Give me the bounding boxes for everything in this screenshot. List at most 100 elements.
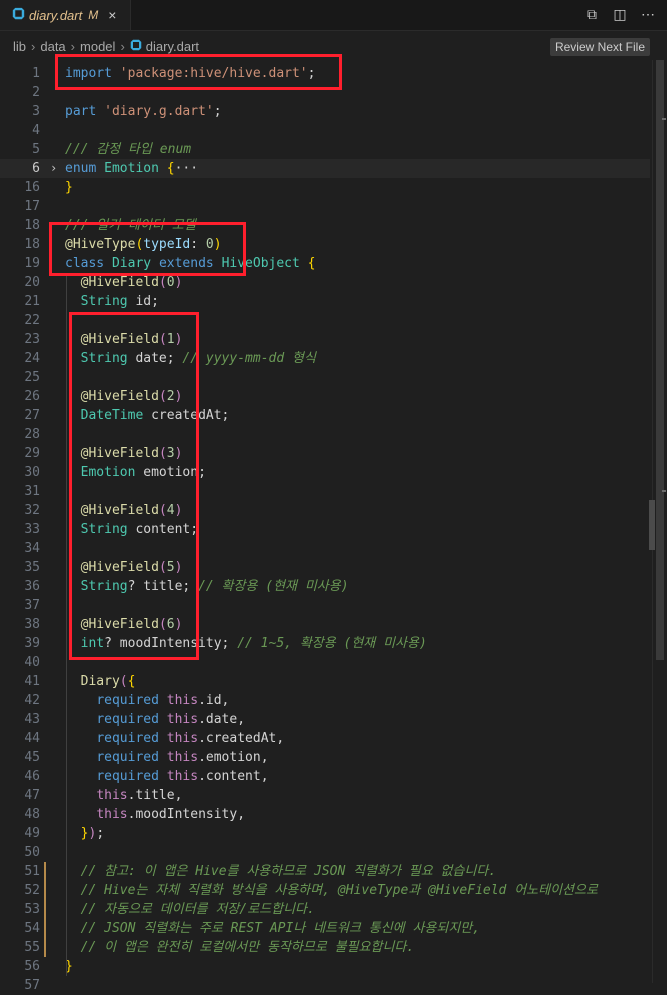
code-line[interactable]: 3 part 'diary.g.dart'; [0, 102, 650, 121]
code-token: Diary [111, 256, 159, 271]
code-token: 0 [205, 237, 214, 252]
code-line[interactable]: 48 this.moodIntensity, [0, 805, 650, 824]
code-token: @HiveField [80, 389, 159, 404]
code-line[interactable]: 19 class Diary extends HiveObject { [0, 254, 650, 273]
line-number: 34 [24, 541, 40, 556]
code-line[interactable]: 30 Emotion emotion; [0, 463, 650, 482]
code-token: ) [174, 617, 183, 632]
code-line[interactable]: 51 // 참고: 이 앱은 Hive를 사용하므로 JSON 직렬화가 필요 … [0, 862, 650, 881]
breadcrumb-file[interactable]: diary.dart [146, 39, 199, 54]
minimap-slider[interactable] [649, 500, 655, 550]
code-line[interactable]: 44 required this.createdAt, [0, 729, 650, 748]
code-line[interactable]: 36 String? title; // 확장용 (현재 미사용) [0, 577, 650, 596]
code-line[interactable]: 45 required this.emotion, [0, 748, 650, 767]
code-line[interactable]: 41 Diary({ [0, 672, 650, 691]
code-line[interactable]: 32 @HiveField(4) [0, 501, 650, 520]
code-line[interactable]: 29 @HiveField(3) [0, 444, 650, 463]
code-line[interactable]: 21 String id; [0, 292, 650, 311]
code-line[interactable]: 20 @HiveField(0) [0, 273, 650, 292]
code-token: { [127, 674, 136, 689]
code-token: required [96, 750, 167, 765]
code-line[interactable]: 47 this.title, [0, 786, 650, 805]
code-text: @HiveField(4) [65, 501, 183, 520]
split-editor-icon[interactable]: ◫ [611, 5, 629, 23]
code-token: @HiveType [65, 237, 136, 252]
line-number: 51 [24, 864, 40, 879]
code-text: @HiveField(1) [65, 330, 183, 349]
code-line[interactable]: 39 int? moodIntensity; // 1~5, 확장용 (현재 미… [0, 634, 650, 653]
code-line[interactable]: 57 [0, 976, 650, 995]
code-line[interactable]: 28 [0, 425, 650, 444]
code-token: .title, [127, 788, 183, 803]
code-line[interactable]: 46 required this.content, [0, 767, 650, 786]
code-line[interactable]: 6 › enum Emotion {··· [0, 159, 650, 178]
code-line[interactable]: 50 [0, 843, 650, 862]
code-line[interactable]: 26 @HiveField(2) [0, 387, 650, 406]
line-number: 39 [24, 636, 40, 651]
tab-diary-dart[interactable]: diary.dart M × [0, 0, 131, 30]
line-number: 23 [24, 332, 40, 347]
code-line[interactable]: 42 required this.id, [0, 691, 650, 710]
line-number: 1 [32, 66, 40, 81]
code-line[interactable]: 25 [0, 368, 650, 387]
code-line[interactable]: 33 String content; [0, 520, 650, 539]
code-line[interactable]: 23 @HiveField(1) [0, 330, 650, 349]
breadcrumb-lib[interactable]: lib [13, 39, 26, 54]
code-token: String [80, 351, 136, 366]
code-text: enum Emotion {··· [65, 159, 198, 178]
code-token: typeId [143, 237, 191, 252]
code-token: required [96, 731, 167, 746]
code-line[interactable]: 38 @HiveField(6) [0, 615, 650, 634]
line-number: 52 [24, 883, 40, 898]
code-line[interactable]: 2 [0, 83, 650, 102]
code-line[interactable]: 54 // JSON 직렬화는 주로 REST API나 네트워크 통신에 사용… [0, 919, 650, 938]
modified-line-marker [44, 881, 46, 900]
code-token: 4 [166, 503, 175, 518]
code-line[interactable]: 31 [0, 482, 650, 501]
code-line[interactable]: 55 // 이 앱은 완전히 로컬에서만 동작하므로 불필요합니다. [0, 938, 650, 957]
code-line[interactable]: 18 @HiveType(typeId: 0) [0, 235, 650, 254]
code-token: ; [96, 826, 105, 841]
code-line[interactable]: 52 // Hive는 자체 직렬화 방식을 사용하며, @HiveType과 … [0, 881, 650, 900]
code-line[interactable]: 5 /// 감정 타입 enum [0, 140, 650, 159]
code-line[interactable]: 35 @HiveField(5) [0, 558, 650, 577]
line-number: 4 [32, 123, 40, 138]
fold-chevron-icon[interactable]: › [50, 159, 57, 178]
compare-changes-icon[interactable]: ⧉ [583, 5, 601, 23]
breadcrumb-model[interactable]: model [80, 39, 115, 54]
code-line[interactable]: 24 String date; // yyyy-mm-dd 형식 [0, 349, 650, 368]
code-line[interactable]: 40 [0, 653, 650, 672]
code-line[interactable]: 43 required this.date, [0, 710, 650, 729]
code-line[interactable]: 53 // 자동으로 데이터를 저장/로드합니다. [0, 900, 650, 919]
code-line[interactable]: 56} [0, 957, 650, 976]
review-next-file-button[interactable]: Review Next File [549, 38, 650, 56]
code-text: this.title, [65, 786, 182, 805]
code-token: @HiveField [80, 275, 159, 290]
code-token: Emotion [80, 465, 144, 480]
code-line[interactable]: 17 [0, 197, 650, 216]
code-token: ; [307, 66, 316, 81]
code-line[interactable]: 18 /// 일기 데이터 모델 [0, 216, 650, 235]
code-text: int? moodIntensity; // 1~5, 확장용 (현재 미사용) [65, 634, 427, 653]
code-token: .createdAt, [198, 731, 285, 746]
code-line[interactable]: 27 DateTime createdAt; [0, 406, 650, 425]
more-actions-icon[interactable]: ⋯ [639, 5, 657, 23]
breadcrumb-data[interactable]: data [40, 39, 65, 54]
code-line[interactable]: 37 [0, 596, 650, 615]
scroll-thumb[interactable] [656, 60, 664, 660]
code-line[interactable]: 1 import 'package:hive/hive.dart'; [0, 64, 650, 83]
modified-indicator: M [88, 8, 99, 22]
code-line[interactable]: 49 }); [0, 824, 650, 843]
code-line[interactable]: 4 [0, 121, 650, 140]
code-token: // yyyy-mm-dd 형식 [182, 351, 316, 366]
code-token: ) [213, 237, 222, 252]
close-icon[interactable]: × [108, 7, 116, 23]
code-line[interactable]: 16} [0, 178, 650, 197]
code-text: // 참고: 이 앱은 Hive를 사용하므로 JSON 직렬화가 필요 없습니… [65, 862, 497, 881]
code-line[interactable]: 22 [0, 311, 650, 330]
code-line[interactable]: 34 [0, 539, 650, 558]
